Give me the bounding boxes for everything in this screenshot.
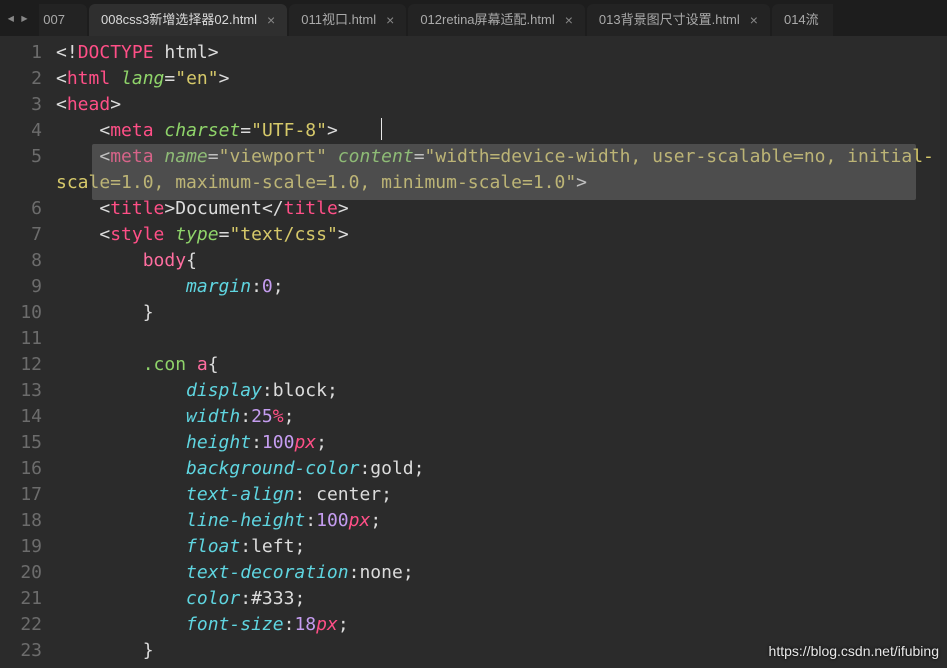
code-line: text-decoration:none; (52, 560, 947, 586)
close-icon[interactable]: × (386, 7, 394, 33)
tab-label: 008css3新增选择器02.html (101, 7, 257, 33)
code-text[interactable]: <!DOCTYPE html> <html lang="en"> <head> … (52, 36, 947, 668)
tab-008[interactable]: 008css3新增选择器02.html × (89, 4, 287, 36)
tab-007[interactable]: 007 (39, 4, 87, 36)
line-number: 6 (0, 196, 42, 222)
line-number: 19 (0, 534, 42, 560)
code-line: <meta charset="UTF-8"> (52, 118, 947, 144)
line-number: 10 (0, 300, 42, 326)
code-line: <meta name="viewport" content="width=dev… (52, 144, 947, 196)
code-line: <html lang="en"> (52, 66, 947, 92)
tab-013[interactable]: 013背景图尺寸设置.html × (587, 4, 770, 36)
code-area[interactable]: 1 2 3 4 5 6 7 8 9 10 11 12 13 14 15 16 1… (0, 36, 947, 668)
line-number: 15 (0, 430, 42, 456)
text-cursor-icon (381, 118, 382, 140)
code-line: line-height:100px; (52, 508, 947, 534)
editor-window: { "nav": { "back": "◂", "forward": "▸" }… (0, 0, 947, 668)
code-line: <head> (52, 92, 947, 118)
line-number: 23 (0, 638, 42, 664)
tab-014[interactable]: 014流 (772, 4, 833, 36)
line-number: 14 (0, 404, 42, 430)
code-line: body{ (52, 248, 947, 274)
line-number: 1 (0, 40, 42, 66)
line-number: 2 (0, 66, 42, 92)
tabs-container: 007 008css3新增选择器02.html × 011视口.html × 012… (39, 0, 834, 36)
line-number: 11 (0, 326, 42, 352)
line-number: 12 (0, 352, 42, 378)
line-number: 17 (0, 482, 42, 508)
watermark-text: https://blog.csdn.net/ifubing (769, 638, 939, 664)
code-line: display:block; (52, 378, 947, 404)
code-line: <!DOCTYPE html> (52, 40, 947, 66)
line-number: 5 (0, 144, 42, 196)
code-line (52, 326, 947, 352)
tab-label: 013背景图尺寸设置.html (599, 7, 740, 33)
line-number: 22 (0, 612, 42, 638)
line-number: 18 (0, 508, 42, 534)
line-number: 21 (0, 586, 42, 612)
line-gutter: 1 2 3 4 5 6 7 8 9 10 11 12 13 14 15 16 1… (0, 36, 52, 668)
line-number: 3 (0, 92, 42, 118)
close-icon[interactable]: × (750, 7, 758, 33)
line-number: 7 (0, 222, 42, 248)
tab-bar: ◂ ▸ 007 008css3新增选择器02.html × 011视口.html ×… (0, 0, 947, 36)
close-icon[interactable]: × (267, 7, 275, 33)
code-line: height:100px; (52, 430, 947, 456)
code-line: .con a{ (52, 352, 947, 378)
tab-label: 007 (43, 7, 65, 33)
code-line: float:left; (52, 534, 947, 560)
code-line: background-color:gold; (52, 456, 947, 482)
tab-012[interactable]: 012retina屏幕适配.html × (408, 4, 585, 36)
tab-label: 011视口.html (301, 7, 376, 33)
code-line: <style type="text/css"> (52, 222, 947, 248)
code-line: font-size:18px; (52, 612, 947, 638)
code-line: width:25%; (52, 404, 947, 430)
tab-label: 012retina屏幕适配.html (420, 7, 554, 33)
line-number: 20 (0, 560, 42, 586)
tab-label: 014流 (784, 7, 819, 33)
code-line: <title>Document</title> (52, 196, 947, 222)
code-line: margin:0; (52, 274, 947, 300)
code-line: text-align: center; (52, 482, 947, 508)
tab-011[interactable]: 011视口.html × (289, 4, 406, 36)
line-number: 8 (0, 248, 42, 274)
nav-back-icon[interactable]: ◂ (4, 5, 18, 31)
line-number: 4 (0, 118, 42, 144)
code-line: } (52, 300, 947, 326)
line-number: 13 (0, 378, 42, 404)
line-number: 9 (0, 274, 42, 300)
code-line: color:#333; (52, 586, 947, 612)
line-number: 16 (0, 456, 42, 482)
close-icon[interactable]: × (565, 7, 573, 33)
nav-forward-icon[interactable]: ▸ (18, 5, 32, 31)
